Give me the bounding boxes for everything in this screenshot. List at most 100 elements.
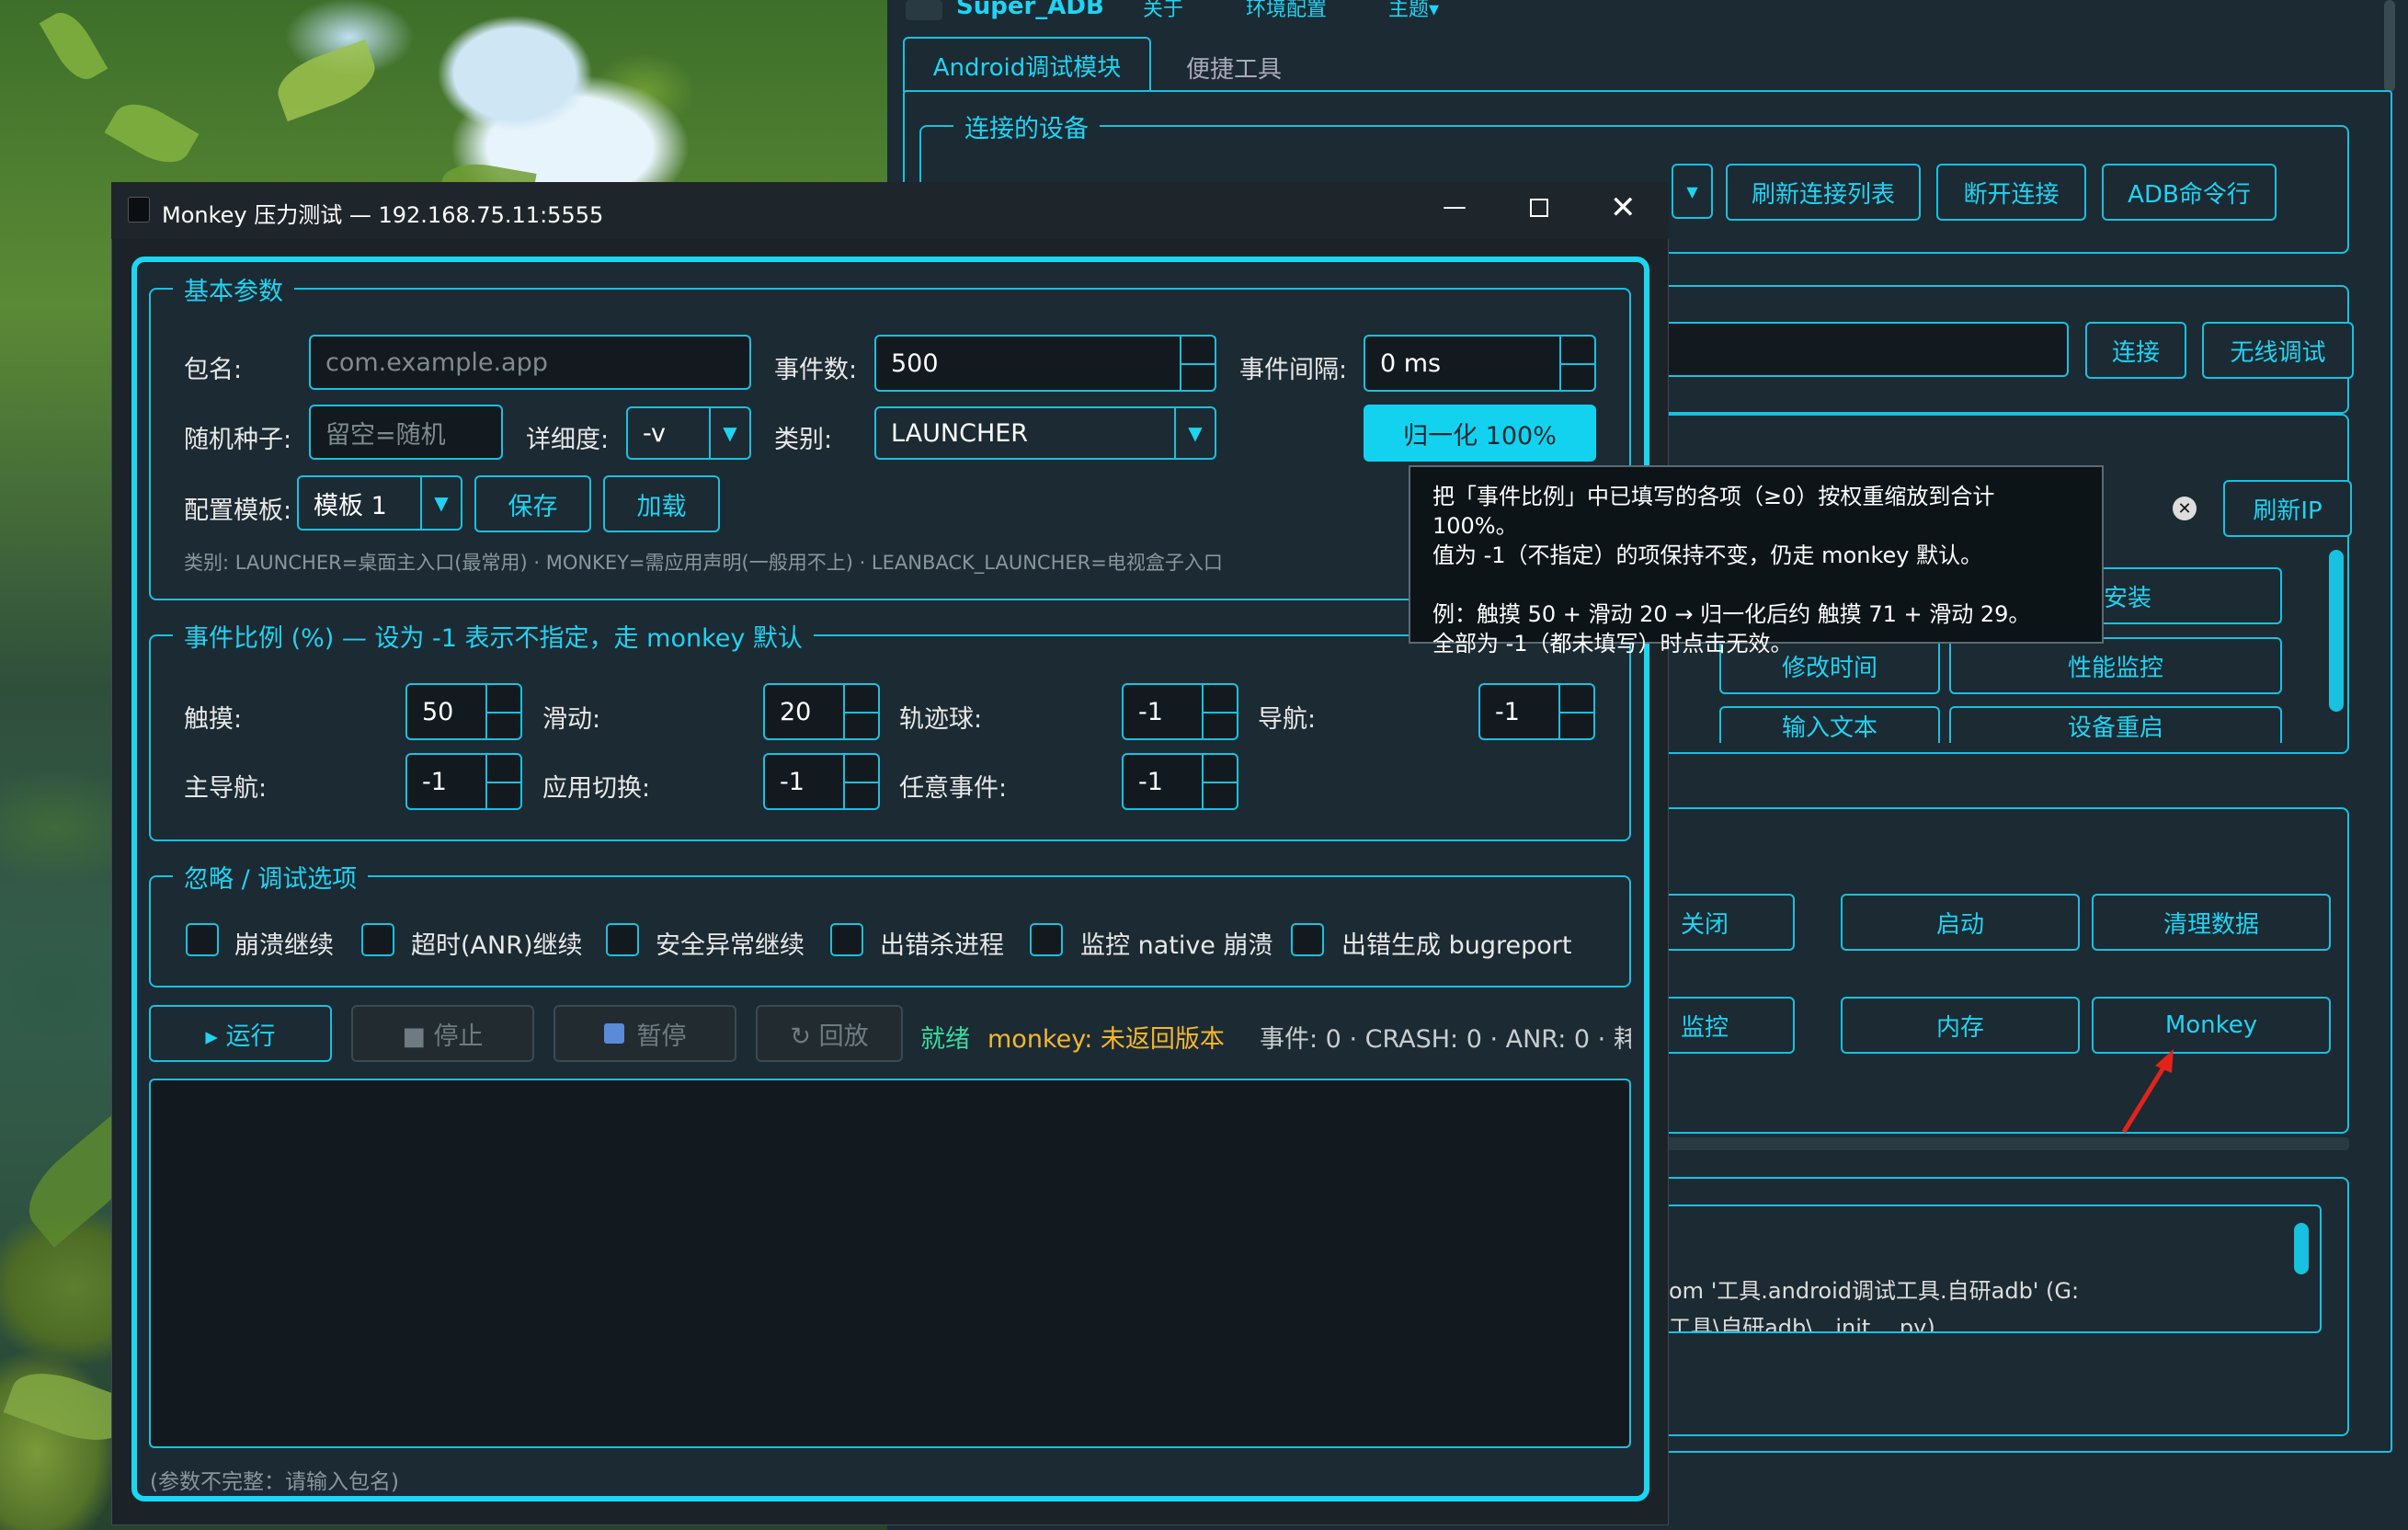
touch-label: 触摸:	[184, 705, 243, 734]
adb-cmd-button[interactable]: ADB命令行	[2102, 164, 2277, 221]
disconnect-button[interactable]: 断开连接	[1936, 164, 2086, 221]
pause-button[interactable]: 暂停	[553, 1005, 736, 1062]
status-ready: 就绪	[920, 1025, 970, 1054]
status-version: monkey: 未返回版本	[987, 1025, 1225, 1054]
package-input[interactable]: com.example.app	[309, 335, 751, 390]
connect-button[interactable]: 连接	[2085, 322, 2186, 379]
load-button[interactable]: 加载	[603, 475, 720, 532]
nav-spinbox[interactable]: -1	[1478, 683, 1595, 740]
maximize-icon[interactable]	[1530, 199, 1548, 217]
app-title: Super_ADB	[956, 0, 1104, 20]
log-line: 工具\自研adb\__init__.py)	[1669, 1315, 1935, 1333]
normalize-button[interactable]: 归一化 100%	[1364, 405, 1596, 462]
stop-button[interactable]: ■ 停止	[351, 1005, 534, 1062]
spin-buttons[interactable]	[1202, 685, 1237, 738]
verbosity-label: 详细度:	[526, 426, 610, 454]
spin-buttons[interactable]	[843, 685, 878, 738]
basic-params-title: 基本参数	[173, 271, 294, 307]
save-button[interactable]: 保存	[474, 475, 591, 532]
spin-buttons[interactable]	[1180, 337, 1215, 390]
menu-about[interactable]: 关于	[1143, 0, 1183, 22]
group-title: 连接的设备	[953, 108, 1100, 144]
majornav-label: 主导航:	[184, 774, 268, 803]
replay-button[interactable]: ↻ 回放	[756, 1005, 903, 1062]
spin-buttons[interactable]	[843, 755, 878, 808]
events-label: 事件数:	[774, 356, 858, 384]
spin-buttons[interactable]	[1202, 755, 1237, 808]
tab-android[interactable]: Android调试模块	[903, 37, 1151, 92]
tooltip-line: 例：触摸 50 + 滑动 20 → 归一化后约 触摸 71 + 滑动 29。	[1432, 601, 2031, 627]
spin-buttons[interactable]	[1559, 337, 1594, 390]
swipe-label: 滑动:	[542, 705, 601, 734]
template-label: 配置模板:	[184, 497, 292, 525]
trackball-spinbox[interactable]: -1	[1122, 683, 1238, 740]
checkbox-label: 出错杀进程	[880, 931, 1004, 960]
interval-spinbox[interactable]: 0 ms	[1364, 335, 1596, 392]
checkbox-native[interactable]	[1030, 923, 1063, 956]
checkbox-label: 安全异常继续	[656, 931, 805, 960]
checkbox-kill[interactable]	[830, 923, 863, 956]
clear-data-button[interactable]: 清理数据	[2092, 894, 2331, 951]
checkbox-label: 监控 native 崩溃	[1080, 931, 1273, 960]
close-icon[interactable]: ✕	[1610, 189, 1637, 226]
verbosity-select[interactable]: -v ▼	[626, 406, 751, 460]
input-text-button[interactable]: 输入文本	[1719, 706, 1940, 743]
spin-buttons[interactable]	[485, 755, 520, 808]
spin-buttons[interactable]	[485, 685, 520, 738]
run-button[interactable]: ▸ 运行	[149, 1005, 332, 1062]
chevron-down-icon[interactable]: ▼	[709, 408, 749, 458]
ratio-title: 事件比例 (%) — 设为 -1 表示不指定，走 monkey 默认	[173, 618, 814, 654]
interval-label: 事件间隔:	[1239, 356, 1348, 384]
refresh-ip-button[interactable]: 刷新IP	[2223, 480, 2352, 537]
refresh-list-button[interactable]: 刷新连接列表	[1726, 164, 1921, 221]
checkbox-crash[interactable]	[186, 923, 219, 956]
red-arrow-annotation	[2121, 1049, 2174, 1134]
menu-env[interactable]: 环境配置	[1246, 0, 1327, 22]
device-dropdown[interactable]: ▼	[1672, 164, 1713, 219]
minimize-icon[interactable]: —	[1443, 193, 1466, 221]
swipe-spinbox[interactable]: 20	[763, 683, 880, 740]
checkbox-label: 出错生成 bugreport	[1341, 931, 1572, 960]
scrollbar[interactable]	[2384, 0, 2395, 92]
events-spinbox[interactable]: 500	[874, 335, 1216, 392]
category-select[interactable]: LAUNCHER ▼	[874, 406, 1216, 460]
tab-tools[interactable]: 便捷工具	[1186, 51, 1282, 85]
checkbox-label: 超时(ANR)继续	[411, 931, 583, 960]
log-scrollbar[interactable]	[2294, 1223, 2309, 1274]
pause-icon	[603, 1023, 624, 1044]
majornav-spinbox[interactable]: -1	[405, 753, 522, 810]
seed-input[interactable]: 留空=随机	[309, 405, 503, 460]
spin-buttons[interactable]	[1558, 685, 1593, 738]
scrollbar-thumb[interactable]	[2329, 550, 2344, 712]
clear-icon[interactable]: ✕	[2173, 497, 2197, 520]
chevron-down-icon[interactable]: ▼	[420, 477, 461, 529]
checkbox-anr[interactable]	[361, 923, 394, 956]
checkbox-security[interactable]	[606, 923, 639, 956]
wireless-debug-button[interactable]: 无线调试	[2202, 322, 2354, 379]
output-console[interactable]	[149, 1079, 1631, 1448]
category-hint: 类别: LAUNCHER=桌面主入口(最常用) · MONKEY=需应用声明(一…	[184, 552, 1223, 574]
title-bar: Monkey 压力测试 — 192.168.75.11:5555 — ✕	[111, 182, 1669, 239]
template-select[interactable]: 模板 1 ▼	[297, 475, 462, 531]
reboot-button[interactable]: 设备重启	[1949, 706, 2282, 743]
log-box: om '工具.android调试工具.自研adb' (G: 工具\自研adb\_…	[1660, 1205, 2322, 1333]
category-label: 类别:	[774, 426, 833, 454]
log-line: om '工具.android调试工具.自研adb' (G:	[1669, 1278, 2080, 1304]
touch-spinbox[interactable]: 50	[405, 683, 522, 740]
normalize-tooltip: 把「事件比例」中已填写的各项（≥0）按权重缩放到合计 100%。 值为 -1（不…	[1409, 465, 2104, 657]
memory-button[interactable]: 内存	[1841, 997, 2080, 1054]
package-label: 包名:	[184, 356, 243, 384]
footer-status: (参数不完整：请输入包名)	[150, 1470, 399, 1494]
anyevent-spinbox[interactable]: -1	[1122, 753, 1238, 810]
checkbox-bugreport[interactable]	[1291, 923, 1324, 956]
appswitch-spinbox[interactable]: -1	[763, 753, 880, 810]
ratio-group	[149, 634, 1631, 841]
options-title: 忽略 / 调试选项	[173, 859, 369, 895]
start-app-button[interactable]: 启动	[1841, 894, 2080, 951]
nav-label: 导航:	[1258, 705, 1317, 734]
ip-input[interactable]	[1660, 322, 2069, 377]
chevron-down-icon[interactable]: ▼	[1174, 408, 1215, 458]
menu-theme[interactable]: 主题▾	[1388, 0, 1439, 22]
stats-text: 事件: 0 · CRASH: 0 · ANR: 0 · 耗	[1260, 1025, 1631, 1054]
tooltip-line: 把「事件比例」中已填写的各项（≥0）按权重缩放到合计 100%。	[1432, 484, 1995, 539]
